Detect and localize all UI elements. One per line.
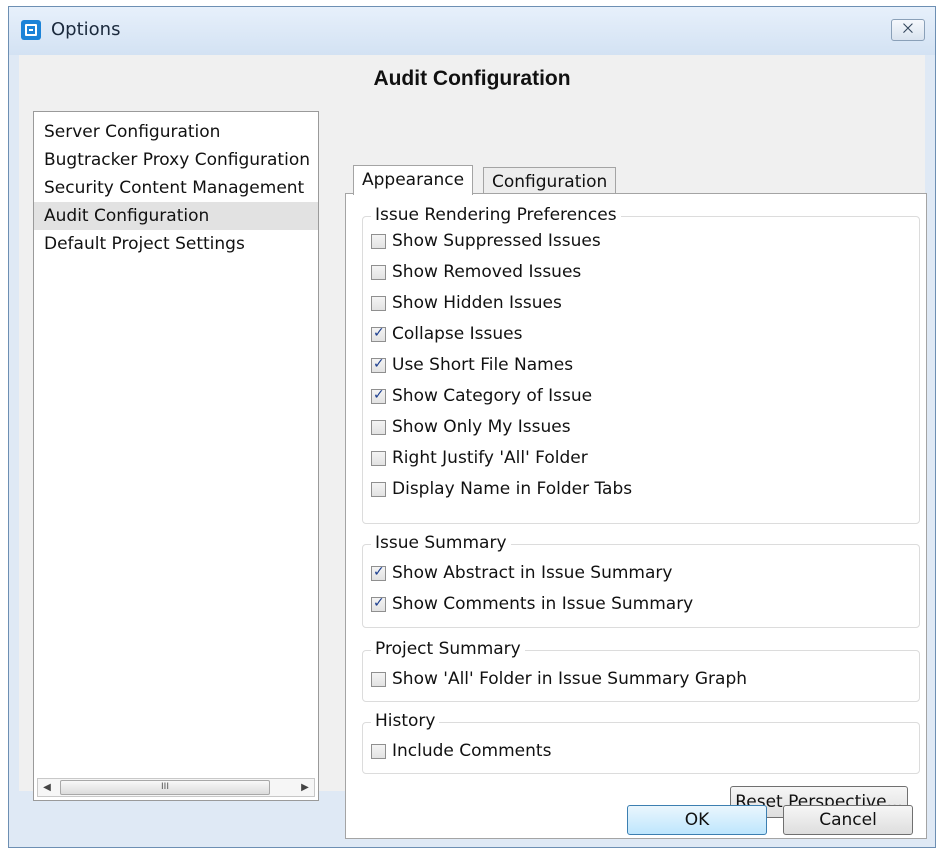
checkbox[interactable] [371,356,386,373]
checkbox[interactable] [371,233,386,249]
option-show-suppressed-issues[interactable]: Show Suppressed Issues [371,227,601,255]
checkbox[interactable] [371,595,386,612]
dialog-client: Audit Configuration Server Configuration… [19,55,927,839]
nav-item-default-project-settings[interactable]: Default Project Settings [34,230,318,258]
checkbox[interactable] [371,564,386,581]
ok-button[interactable]: OK [627,805,767,835]
checkbox[interactable] [371,387,386,404]
option-show-comments-in-issue-summary[interactable]: Show Comments in Issue Summary [371,590,693,618]
close-icon[interactable]: ⨉ [891,19,925,41]
option-show-hidden-issues[interactable]: Show Hidden Issues [371,289,562,317]
option-show-only-my-issues[interactable]: Show Only My Issues [371,413,571,441]
options-app-icon [21,20,41,40]
option-label: Show Abstract in Issue Summary [392,563,673,583]
group-title: Issue Rendering Preferences [371,205,621,225]
scroll-right-icon[interactable]: ▶ [296,779,314,796]
option-use-short-file-names[interactable]: Use Short File Names [371,351,573,379]
option-label: Use Short File Names [392,355,574,375]
horizontal-scrollbar[interactable]: ◀ III ▶ [37,778,315,797]
checkbox[interactable] [371,264,386,280]
option-label: Show Category of Issue [392,386,593,406]
option-label: Include Comments [392,741,552,761]
checkbox[interactable] [371,450,386,466]
checkbox[interactable] [371,743,386,759]
project-summary-group: Project Summary Show 'All' Folder in Iss… [362,639,920,702]
group-title: History [371,711,440,731]
page-title: Audit Configuration [373,67,571,90]
window-title: Options [51,19,121,40]
issue-summary-group: Issue Summary Show Abstract in Issue Sum… [362,533,920,628]
scrollbar-thumb[interactable]: III [60,780,270,795]
option-collapse-issues[interactable]: Collapse Issues [371,320,522,348]
option-label: Show Suppressed Issues [392,231,601,251]
issue-rendering-group: Issue Rendering Preferences Show Suppres… [362,205,920,524]
nav-item-bugtracker-proxy-configuration[interactable]: Bugtracker Proxy Configuration [34,146,318,174]
option-label: Show 'All' Folder in Issue Summary Graph [392,669,748,689]
option-label: Right Justify 'All' Folder [392,448,588,468]
option-show-removed-issues[interactable]: Show Removed Issues [371,258,581,286]
option-show-abstract-in-issue-summary[interactable]: Show Abstract in Issue Summary [371,559,672,587]
cancel-button[interactable]: Cancel [783,805,913,835]
history-group: History Include Comments [362,711,920,774]
option-display-name-in-folder-tabs[interactable]: Display Name in Folder Tabs [371,475,632,503]
option-show-category-of-issue[interactable]: Show Category of Issue [371,382,592,410]
tab-appearance[interactable]: Appearance [353,165,474,195]
option-label: Show Only My Issues [392,417,571,437]
scroll-left-icon[interactable]: ◀ [38,779,56,796]
checkbox[interactable] [371,419,386,435]
option-show-all-folder-in-graph[interactable]: Show 'All' Folder in Issue Summary Graph [371,665,747,693]
option-label: Show Comments in Issue Summary [392,594,694,614]
option-right-justify-all-folder[interactable]: Right Justify 'All' Folder [371,444,588,472]
checkbox[interactable] [371,481,386,497]
tab-configuration[interactable]: Configuration [483,167,617,195]
appearance-panel: Issue Rendering Preferences Show Suppres… [345,193,927,839]
option-label: Collapse Issues [392,324,523,344]
checkbox[interactable] [371,671,386,687]
options-window: Options ⨉ Audit Configuration Server Con… [8,6,936,848]
checkbox[interactable] [371,295,386,311]
nav-item-audit-configuration[interactable]: Audit Configuration [34,202,318,230]
option-label: Show Hidden Issues [392,293,562,313]
title-bar[interactable]: Options ⨉ [9,7,935,55]
checkbox[interactable] [371,325,386,342]
nav-item-security-content-management[interactable]: Security Content Management [34,174,318,202]
group-title: Project Summary [371,639,525,659]
option-label: Display Name in Folder Tabs [392,479,633,499]
group-title: Issue Summary [371,533,511,553]
option-label: Show Removed Issues [392,262,582,282]
nav-item-server-configuration[interactable]: Server Configuration [34,118,318,146]
category-list: Server Configuration Bugtracker Proxy Co… [33,111,319,801]
option-include-comments[interactable]: Include Comments [371,737,551,765]
